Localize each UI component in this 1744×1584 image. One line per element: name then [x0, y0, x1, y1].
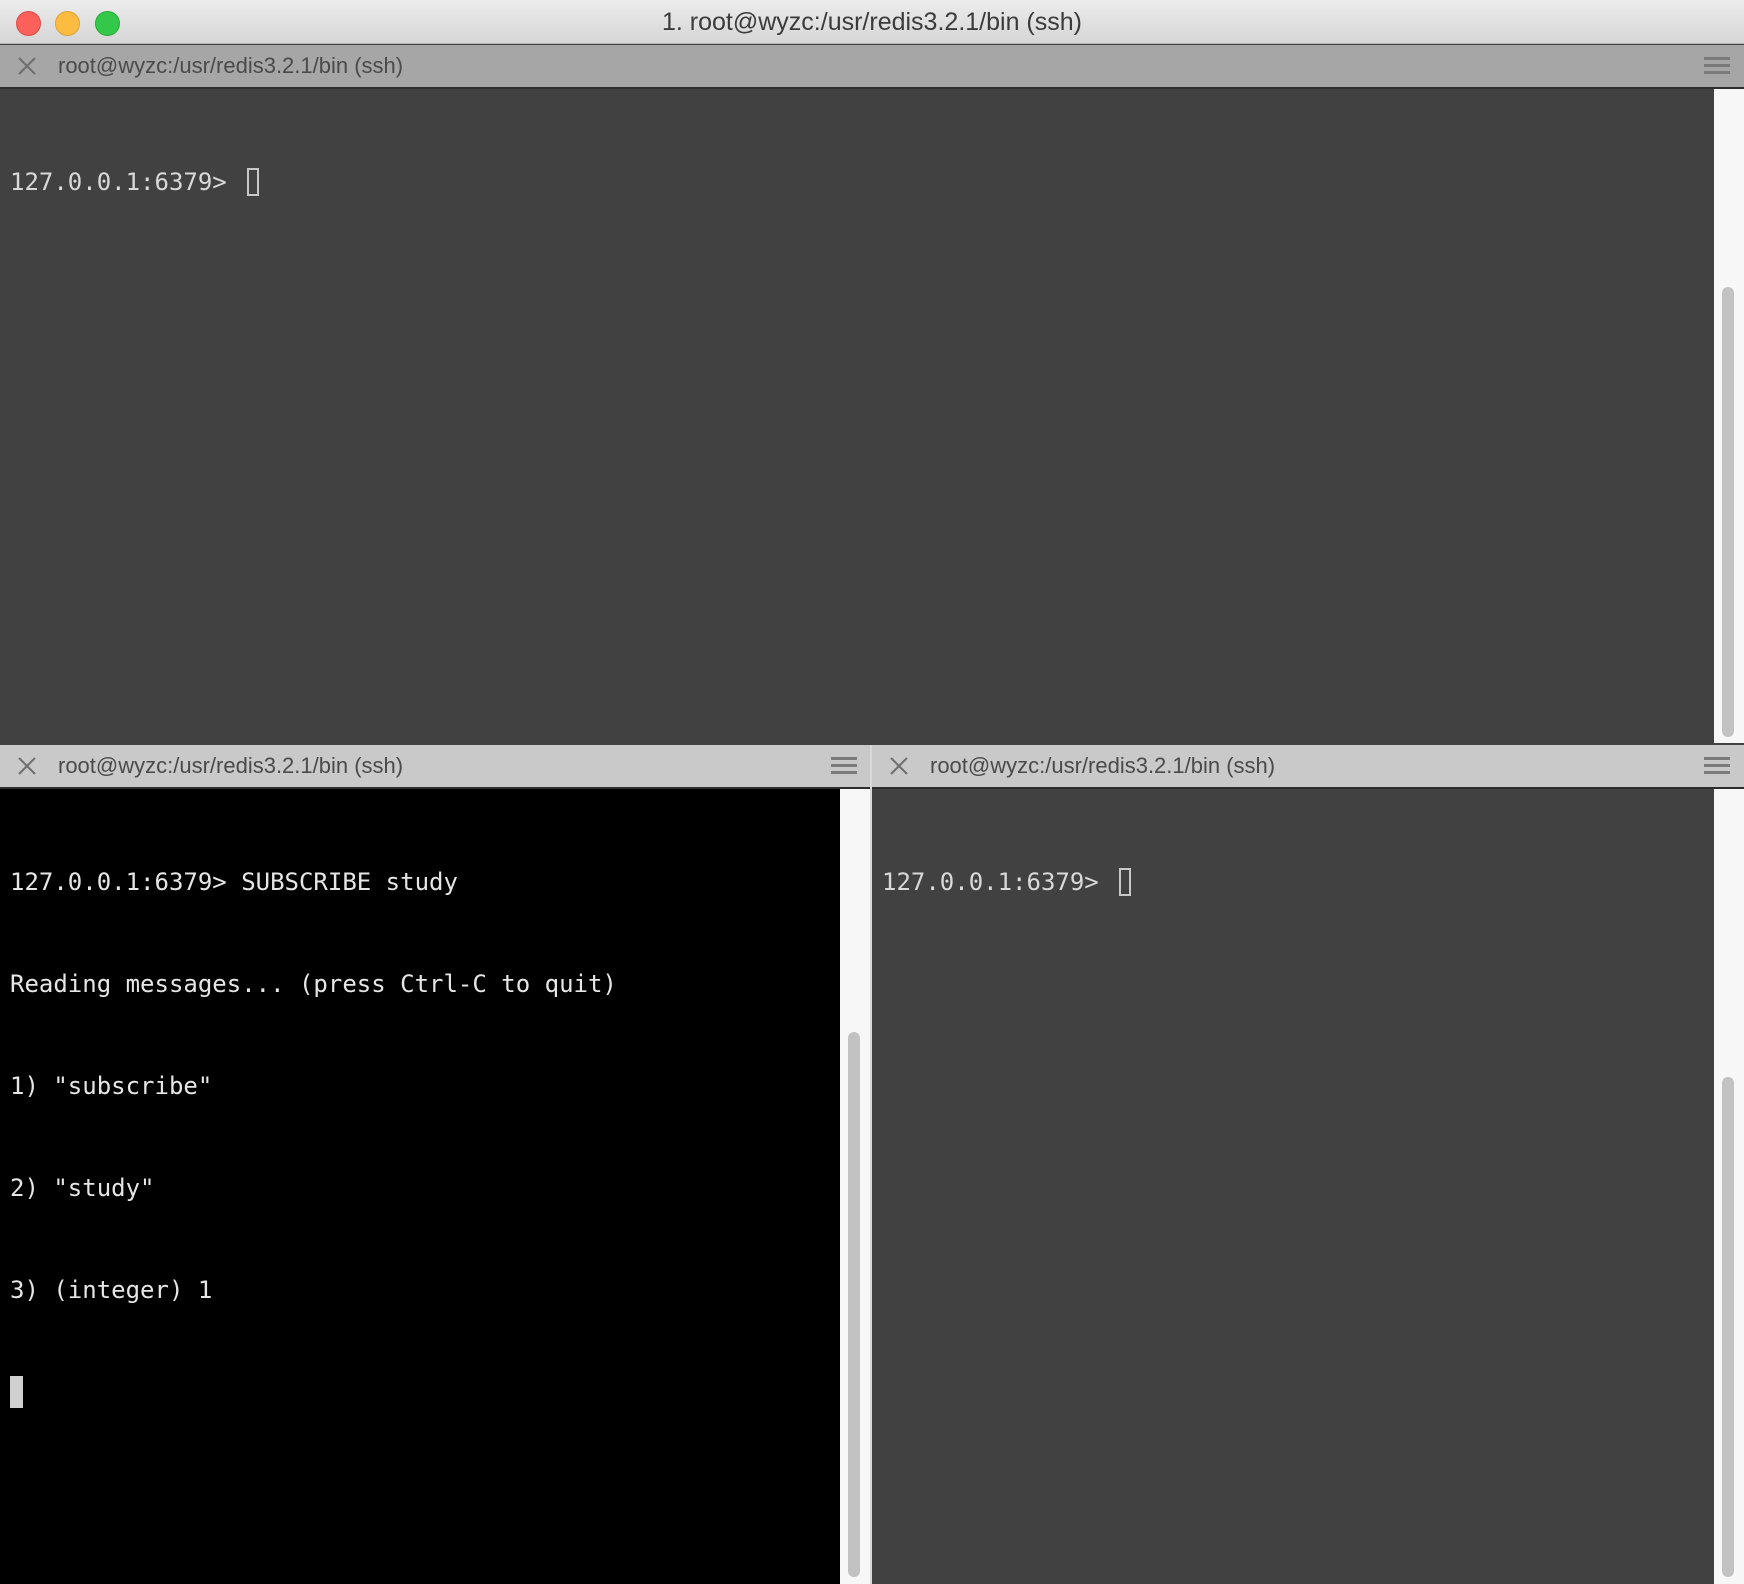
scrollbar-thumb[interactable]	[1722, 287, 1734, 737]
text-cursor	[10, 1376, 23, 1408]
prompt-text: 127.0.0.1:6379>	[10, 168, 242, 196]
terminal-line: 2) "study"	[10, 1174, 155, 1202]
terminal-line: Reading messages... (press Ctrl-C to qui…	[10, 970, 617, 998]
close-icon[interactable]	[16, 55, 38, 77]
close-icon[interactable]	[888, 755, 910, 777]
terminal-line: 127.0.0.1:6379>	[882, 865, 1704, 899]
terminal-pane-bottom-left[interactable]: 127.0.0.1:6379> SUBSCRIBE study Reading …	[0, 789, 840, 1584]
terminal-window: 1. root@wyzc:/usr/redis3.2.1/bin (ssh) r…	[0, 0, 1744, 1584]
hamburger-menu-icon[interactable]	[1704, 757, 1730, 777]
hamburger-menu-icon[interactable]	[831, 757, 857, 777]
scrollbar-top[interactable]	[1714, 89, 1744, 743]
title-bar[interactable]: 1. root@wyzc:/usr/redis3.2.1/bin (ssh)	[0, 0, 1744, 44]
terminal-line	[10, 1375, 830, 1409]
hamburger-menu-icon[interactable]	[1704, 57, 1730, 77]
terminal-line: 127.0.0.1:6379> SUBSCRIBE study	[10, 868, 458, 896]
close-icon[interactable]	[16, 755, 38, 777]
terminal-line: 127.0.0.1:6379>	[10, 165, 1704, 199]
terminal-pane-top[interactable]: 127.0.0.1:6379>	[0, 89, 1714, 743]
terminal-line: 3) (integer) 1	[10, 1276, 213, 1304]
pane-header-top[interactable]: root@wyzc:/usr/redis3.2.1/bin (ssh)	[0, 45, 1744, 89]
window-title: 1. root@wyzc:/usr/redis3.2.1/bin (ssh)	[662, 8, 1082, 36]
pane-title: root@wyzc:/usr/redis3.2.1/bin (ssh)	[58, 53, 404, 78]
text-cursor	[247, 168, 260, 196]
prompt-text: 127.0.0.1:6379>	[882, 868, 1114, 896]
pane-title: root@wyzc:/usr/redis3.2.1/bin (ssh)	[58, 753, 404, 778]
terminal-line: 1) "subscribe"	[10, 1072, 213, 1100]
scrollbar-bottom-right[interactable]	[1714, 789, 1744, 1584]
terminal-pane-bottom-right[interactable]: 127.0.0.1:6379>	[872, 789, 1714, 1584]
scrollbar-bottom-left[interactable]	[840, 789, 870, 1584]
scrollbar-thumb[interactable]	[1722, 1077, 1734, 1577]
pane-header-bottom-left[interactable]: root@wyzc:/usr/redis3.2.1/bin (ssh)	[0, 745, 870, 789]
text-cursor	[1119, 868, 1132, 896]
scrollbar-thumb[interactable]	[848, 1032, 860, 1577]
pane-header-bottom-right[interactable]: root@wyzc:/usr/redis3.2.1/bin (ssh)	[872, 745, 1744, 789]
pane-title: root@wyzc:/usr/redis3.2.1/bin (ssh)	[930, 753, 1276, 778]
